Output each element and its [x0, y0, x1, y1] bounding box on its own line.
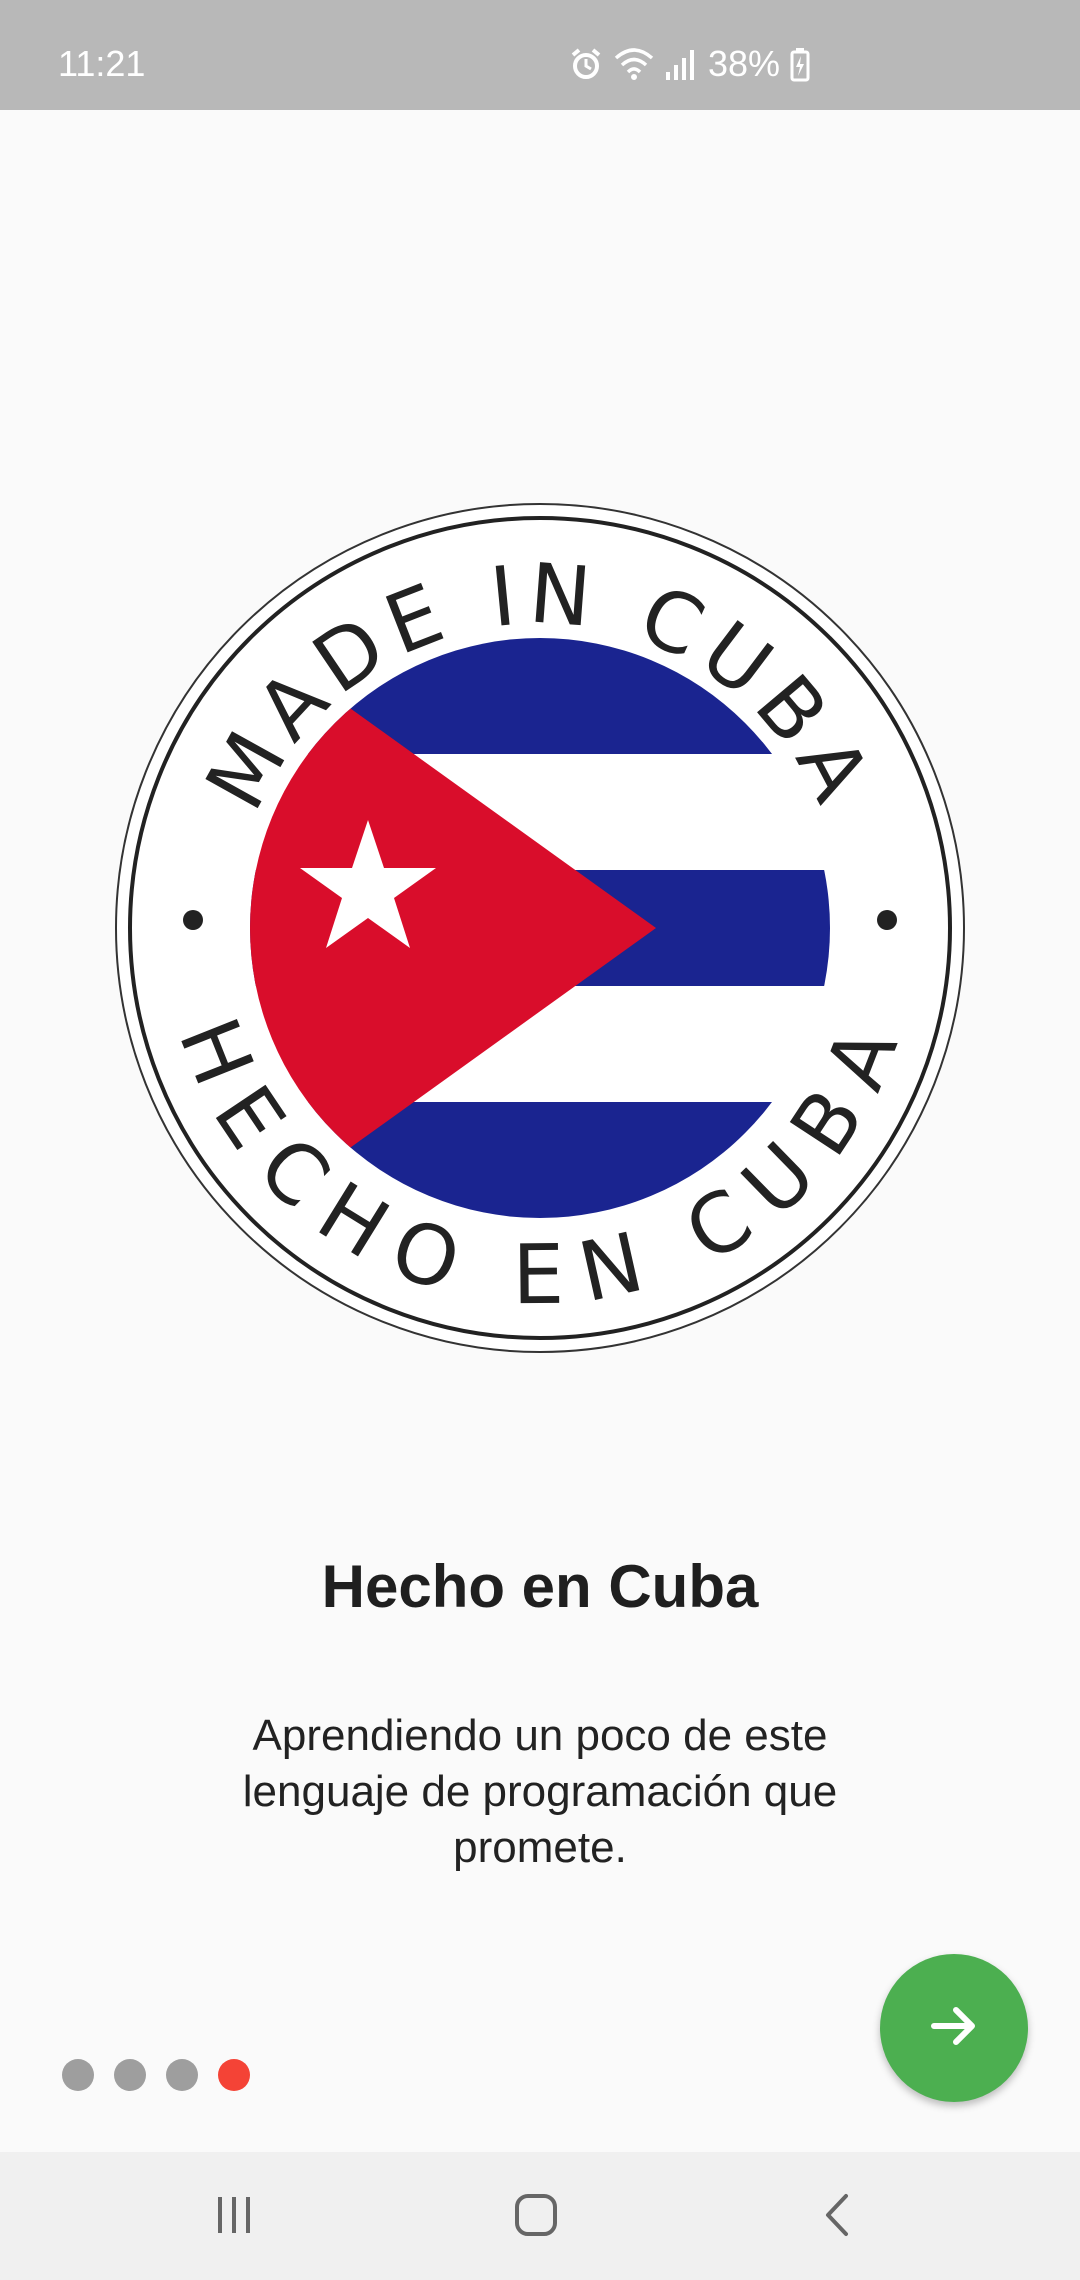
next-button[interactable]	[880, 1954, 1028, 2102]
recent-apps-icon	[212, 2193, 256, 2242]
signal-icon	[664, 46, 698, 82]
recent-apps-button[interactable]	[194, 2182, 274, 2252]
status-icons: 38%	[568, 44, 810, 84]
made-in-cuba-emblem: MADE IN CUBA HECHO EN CUBA	[115, 503, 965, 1353]
alarm-icon	[568, 46, 604, 82]
page-dot[interactable]	[62, 2059, 94, 2091]
battery-percentage: 38%	[708, 43, 781, 84]
page-indicator	[62, 2059, 250, 2091]
home-icon	[513, 2192, 559, 2243]
status-bar: 11:21 38%	[0, 0, 1080, 110]
status-time: 11:21	[58, 43, 146, 84]
back-icon	[818, 2192, 858, 2243]
back-button[interactable]	[798, 2182, 878, 2252]
page-title: Hecho en Cuba	[321, 1553, 759, 1620]
system-nav-bar	[0, 2152, 1080, 2280]
page-dot[interactable]	[114, 2059, 146, 2091]
battery-charging-icon	[790, 46, 810, 82]
home-button[interactable]	[496, 2182, 576, 2252]
emblem-dot-right	[877, 910, 897, 930]
wifi-icon	[614, 46, 654, 82]
page-dot[interactable]	[166, 2059, 198, 2091]
page-dot-active[interactable]	[218, 2059, 250, 2091]
page-description: Aprendiendo un poco de este lenguaje de …	[242, 1711, 838, 1872]
arrow-right-icon	[926, 1998, 982, 2059]
emblem-dot-left	[183, 910, 203, 930]
